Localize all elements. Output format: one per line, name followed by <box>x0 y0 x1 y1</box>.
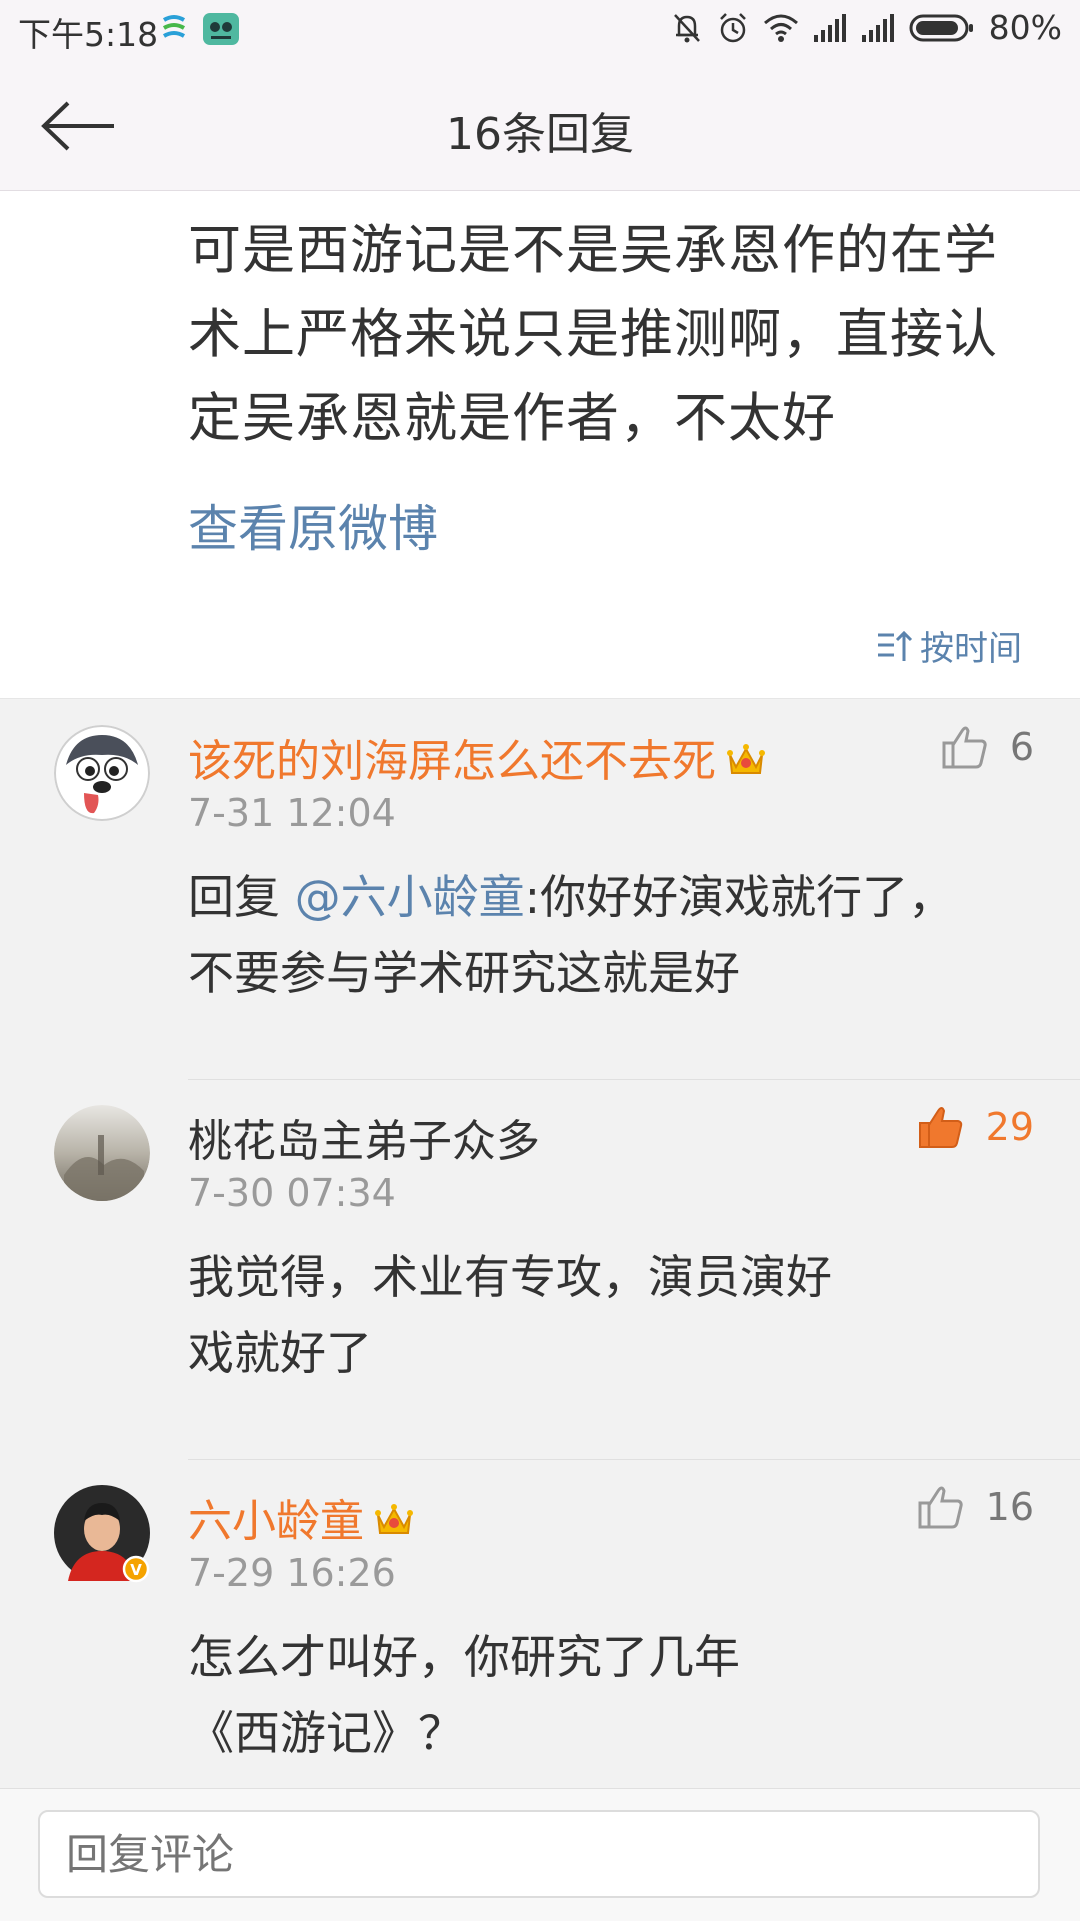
sort-label: 按时间 <box>920 629 1022 669</box>
reply-bar <box>0 1788 1080 1921</box>
comment-time: 7-31 12:04 <box>188 791 396 835</box>
mention-link[interactable]: @六小龄童 <box>295 870 525 924</box>
page-title: 16条回复 <box>446 109 634 160</box>
status-left-icons <box>160 12 240 50</box>
post-text: 可是西游记是不是吴承恩作的在学术上严格来说只是推测啊，直接认定吴承恩就是作者，不… <box>188 220 998 449</box>
battery-percent: 80% <box>988 8 1062 47</box>
like-count: 29 <box>985 1105 1034 1149</box>
view-original-link[interactable]: 查看原微博 <box>188 489 438 561</box>
original-post: 可是西游记是不是吴承恩作的在学术上严格来说只是推测啊，直接认定吴承恩就是作者，不… <box>0 191 1080 698</box>
status-bar: 下午5:18 80% <box>0 0 1080 62</box>
like-count: 6 <box>1009 725 1034 769</box>
status-right-icons: 80% <box>671 8 1062 47</box>
app-notification-icon <box>202 12 240 50</box>
comment-text: 怎么才叫好，你研究了几年《西游记》？ <box>188 1630 740 1760</box>
top-bar: 16条回复 <box>0 62 1080 191</box>
alarm-icon <box>717 11 749 45</box>
comment-time: 7-29 16:26 <box>188 1551 396 1595</box>
like-button[interactable]: 16 <box>918 1485 1034 1529</box>
divider <box>188 1459 1080 1460</box>
wifi-icon <box>763 13 799 43</box>
comment-time: 7-30 07:34 <box>188 1171 396 1215</box>
divider <box>188 1079 1080 1080</box>
thumbs-up-icon <box>942 726 987 769</box>
vip-crown-icon <box>726 739 766 790</box>
battery-icon <box>909 13 975 43</box>
sort-icon <box>878 630 913 661</box>
thumbs-up-icon <box>918 1486 963 1529</box>
mute-bell-icon <box>671 11 703 45</box>
signal-icon <box>813 13 847 43</box>
comment-list[interactable]: 该死的刘海屏怎么还不去死 6 7-31 12:04 回复 @六小龄童:你好好演戏… <box>0 698 1080 1789</box>
like-count: 16 <box>985 1485 1034 1529</box>
avatar[interactable] <box>54 1105 150 1201</box>
status-time: 下午5:18 <box>18 15 159 54</box>
svg-text:V: V <box>130 1561 142 1579</box>
avatar[interactable]: V <box>54 1485 150 1583</box>
avatar[interactable] <box>54 725 150 821</box>
comment-text: 我觉得，术业有专攻，演员演好戏就好了 <box>188 1250 832 1380</box>
comment-username[interactable]: 六小龄童 <box>188 1485 414 1550</box>
comment-username[interactable]: 该死的刘海屏怎么还不去死 <box>188 725 766 790</box>
signal-icon-2 <box>861 13 895 43</box>
comment-text: 回复 @六小龄童:你好好演戏就行了，不要参与学术研究这就是好 <box>188 870 955 1000</box>
vip-crown-icon <box>374 1499 414 1550</box>
like-button[interactable]: 6 <box>942 725 1034 769</box>
mobile-carrier-icon <box>160 12 188 50</box>
reply-input[interactable] <box>38 1810 1040 1898</box>
sort-by-time-button[interactable]: 按时间 <box>876 621 1022 670</box>
thumbs-up-filled-icon <box>918 1107 962 1148</box>
comment-username[interactable]: 桃花岛主弟子众多 <box>188 1105 540 1169</box>
like-button[interactable]: 29 <box>918 1105 1034 1149</box>
